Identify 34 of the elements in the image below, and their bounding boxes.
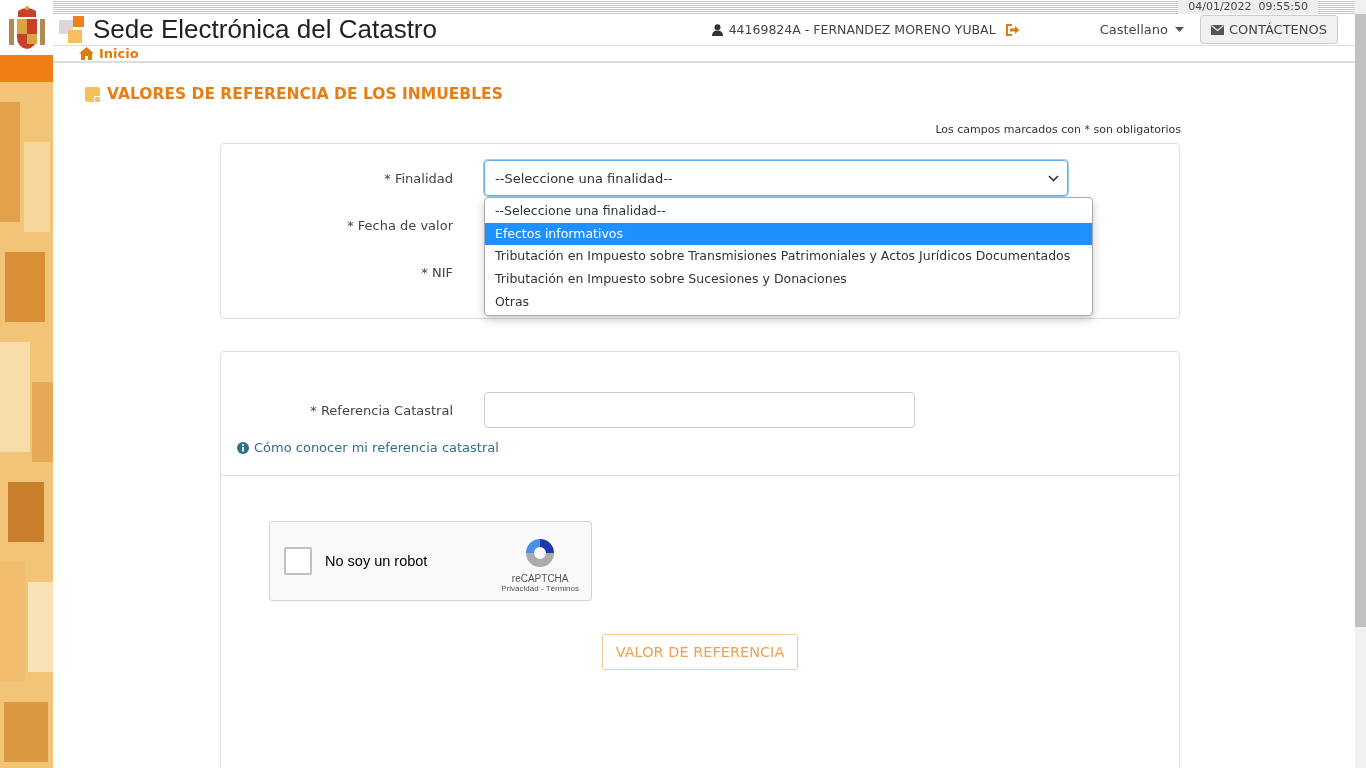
dropdown-option[interactable]: Tributación en Impuesto sobre Sucesiones y Donaciones: [485, 268, 1092, 291]
info-icon: [237, 441, 249, 454]
recaptcha-logo-icon: [524, 537, 557, 569]
field-label: * NIF: [420, 264, 453, 280]
accent-block: [0, 55, 53, 82]
catastro-logo-icon: [59, 15, 85, 44]
captcha-checkbox[interactable]: [284, 547, 312, 575]
language-dropdown[interactable]: Castellano: [1095, 22, 1188, 37]
caret-icon: [1174, 27, 1184, 32]
page-title: VALORES DE REFERENCIA DE LOS INMUEBLES: [107, 85, 503, 103]
user-icon: [711, 23, 723, 36]
privacy-terms-links[interactable]: Privacidad - Términos: [501, 584, 579, 593]
required-note: Los campos marcados con * son obligatorios: [935, 123, 1181, 136]
contact-button[interactable]: CONTÁCTENOS: [1199, 15, 1338, 44]
purpose-select[interactable]: --Seleccione una finalidad--: [484, 160, 1068, 196]
help-link[interactable]: Cómo conocer mi referencia catastral: [254, 440, 499, 455]
user-name: 44169824A - FERNANDEZ MORENO YUBAL: [728, 22, 996, 37]
site-title: Sede Electrónica del Catastro: [93, 14, 437, 45]
logout-icon[interactable]: [1005, 23, 1020, 36]
field-label: * Finalidad: [383, 170, 453, 186]
recaptcha-brand: reCAPTCHA: [511, 573, 569, 584]
captcha-label: No soy un robot: [325, 553, 428, 569]
field-label: * Referencia Catastral: [309, 402, 453, 418]
date-time: 04/01/2022 09:55:50: [1178, 0, 1318, 14]
field-label: * Fecha de valor: [346, 217, 453, 233]
dropdown-option[interactable]: Tributación en Impuesto sobre Transmisiones Patrimoniales y Actos Jurídicos Documentados: [485, 245, 1092, 269]
title-square-icon: [85, 86, 100, 102]
envelope-icon: [1210, 24, 1224, 35]
dropdown-option[interactable]: --Seleccione una finalidad--: [485, 200, 1092, 223]
chevron-icon: [1048, 174, 1059, 182]
dropdown-option[interactable]: Otras: [485, 290, 1092, 314]
scrollbar[interactable]: [1355, 0, 1366, 768]
reference-input[interactable]: [484, 392, 915, 428]
home-icon: [79, 47, 94, 60]
